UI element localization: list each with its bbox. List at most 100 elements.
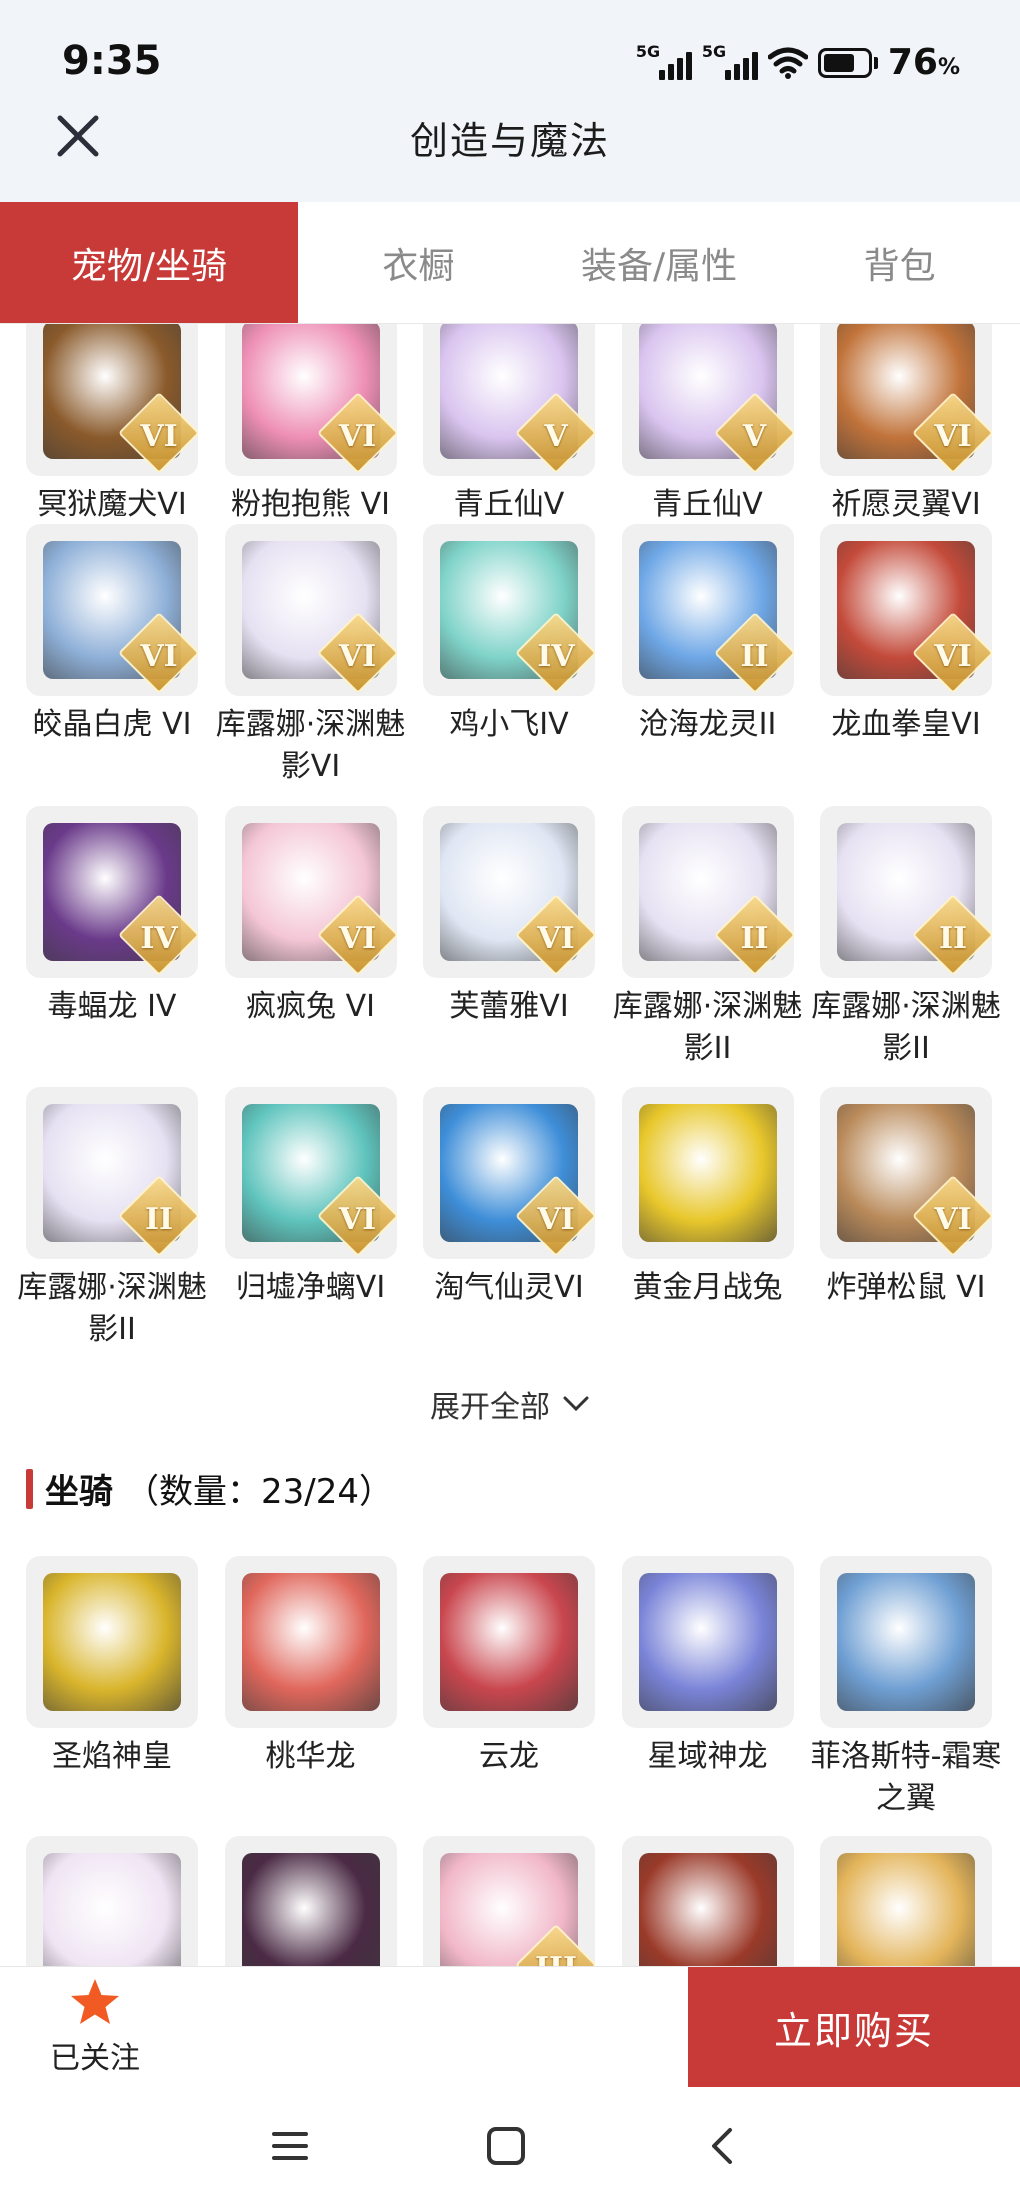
item-card[interactable] [26, 1836, 198, 1966]
item-artwork [638, 1573, 777, 1711]
back-icon[interactable] [694, 2116, 754, 2176]
item-artwork [638, 1104, 777, 1242]
tab-pets-mounts[interactable]: 宠物/坐骑 [0, 202, 298, 323]
item-artwork [837, 1853, 975, 1966]
item-name: 星域神龙 [647, 1739, 768, 1774]
mount-grid-row: 圣焰神皇 桃华龙 云龙 星域神龙 菲洛斯特-霜寒之翼 [26, 1556, 1001, 1820]
item-thumbnail: IV [26, 806, 198, 978]
item-name: 库露娜·深渊魅影VI [215, 707, 406, 784]
grade-badge-text: II [938, 921, 968, 956]
item-card[interactable]: II 库露娜·深渊魅影II [17, 1087, 207, 1351]
item-thumbnail: III [423, 1836, 595, 1966]
pet-grid-row: II 库露娜·深渊魅影II VI 归墟净螭VI VI 淘气仙灵VI 黄金月战兔 VI 炸弹松鼠 … [17, 1087, 1000, 1351]
item-thumbnail: VI [224, 524, 397, 696]
item-card[interactable]: III [423, 1836, 595, 1966]
item-card[interactable]: 菲洛斯特-霜寒之翼 [811, 1556, 1001, 1820]
page-title: 创造与魔法 [409, 119, 610, 163]
item-card[interactable]: VI 炸弹松鼠 VI [820, 1087, 992, 1351]
item-name: 皎晶白虎 VI [32, 707, 192, 742]
item-card[interactable]: VI 芙蕾雅VI [423, 806, 595, 1070]
item-thumbnail: VI [26, 324, 198, 476]
grade-badge-text: IV [140, 921, 178, 956]
buy-now-button[interactable]: 立即购买 [688, 1967, 1020, 2087]
wifi-icon [767, 47, 808, 79]
grade-badge-text: II [144, 1202, 174, 1237]
tab-wardrobe[interactable]: 衣橱 [298, 202, 539, 323]
menu-icon[interactable] [260, 2116, 320, 2176]
mount-section-title: 坐骑 [45, 1472, 113, 1512]
item-card[interactable]: II 库露娜·深渊魅影II [613, 806, 802, 1070]
grade-badge-text: V [742, 419, 767, 454]
item-card[interactable] [621, 1836, 794, 1966]
grade-badge-text: VI [338, 639, 377, 674]
item-thumbnail: VI [820, 524, 992, 696]
item-artwork [440, 1573, 578, 1711]
item-card[interactable]: II 沧海龙灵II [621, 524, 794, 788]
item-card[interactable] [224, 1836, 397, 1966]
item-name: 青丘仙V [652, 487, 763, 522]
item-name: 毒蝠龙 IV [47, 989, 177, 1024]
network-type-label: 5G [635, 41, 661, 61]
grade-badge-text: VI [537, 1202, 575, 1237]
grade-badge-text: VI [537, 921, 575, 956]
item-card[interactable] [820, 1836, 992, 1966]
item-thumbnail: VI [820, 324, 992, 476]
item-name: 冥狱魔犬VI [37, 487, 187, 522]
item-name: 黄金月战兔 [632, 1270, 783, 1305]
grade-badge-text: II [740, 639, 769, 674]
pet-grid-row: VI 冥狱魔犬VI VI 粉抱抱熊 VI V 青丘仙V V 青丘仙V VI 祈愿灵翼VI [26, 324, 1000, 526]
item-card[interactable]: VI 冥狱魔犬VI [26, 324, 198, 526]
follow-label: 已关注 [50, 2041, 140, 2076]
tab-bar: 宠物/坐骑 衣橱 装备/属性 背包 [0, 202, 1020, 324]
item-card[interactable]: V 青丘仙V [621, 324, 794, 526]
item-thumbnail: V [621, 324, 794, 476]
expand-all-label: 展开全部 [430, 1390, 550, 1425]
item-card[interactable]: II 库露娜·深渊魅影II [811, 806, 1001, 1070]
item-name: 库露娜·深渊魅影II [17, 1270, 207, 1347]
section-accent-bar [26, 1468, 33, 1509]
item-thumbnail [224, 1836, 397, 1966]
item-name: 菲洛斯特-霜寒之翼 [810, 1739, 1002, 1816]
grade-badge-text: VI [140, 639, 178, 674]
item-card[interactable]: VI 淘气仙灵VI [423, 1087, 595, 1351]
item-card[interactable]: 桃华龙 [224, 1556, 397, 1820]
item-card[interactable]: IV 毒蝠龙 IV [26, 806, 198, 1070]
status-icons: 5G 5G 76% [635, 41, 960, 84]
expand-all-button[interactable]: 展开全部 [0, 1382, 1020, 1426]
item-card[interactable]: 圣焰神皇 [26, 1556, 198, 1820]
item-thumbnail: VI [26, 524, 198, 696]
item-card[interactable]: VI 库露娜·深渊魅影VI [216, 524, 405, 788]
star-icon [71, 1979, 119, 2024]
tab-equipment-attributes[interactable]: 装备/属性 [539, 202, 780, 323]
item-card[interactable]: VI 祈愿灵翼VI [820, 324, 992, 526]
item-card[interactable]: VI 龙血拳皇VI [820, 524, 992, 788]
scroll-content[interactable]: VI 冥狱魔犬VI VI 粉抱抱熊 VI V 青丘仙V V 青丘仙V VI 祈愿灵翼VI VI 皎晶… [0, 324, 1020, 1966]
grade-badge-text: IV [537, 639, 575, 674]
item-card[interactable]: VI 疯疯兔 VI [224, 806, 397, 1070]
item-card[interactable]: VI 归墟净螭VI [224, 1087, 397, 1351]
item-card[interactable]: VI 粉抱抱熊 VI [224, 324, 397, 526]
home-icon[interactable] [476, 2116, 536, 2176]
mount-section-count: （数量：23/24） [125, 1472, 393, 1512]
app-root: 9:35 5G 5G 76% 创造与魔法 宠物/坐骑 衣橱 装备/属性 背包 V… [0, 0, 1020, 2209]
item-card[interactable]: VI 皎晶白虎 VI [26, 524, 198, 788]
item-thumbnail: VI [224, 324, 397, 476]
item-thumbnail [26, 1836, 198, 1966]
item-name: 祈愿灵翼VI [831, 487, 981, 522]
grade-badge-text: VI [934, 639, 972, 674]
grade-badge-text: VI [338, 1202, 377, 1237]
item-artwork [638, 1853, 777, 1966]
item-card[interactable]: 星域神龙 [621, 1556, 794, 1820]
item-thumbnail: VI [224, 806, 397, 978]
pet-grid-row: VI 皎晶白虎 VI VI 库露娜·深渊魅影VI IV 鸡小飞IV II 沧海龙灵II VI 龙血… [26, 524, 1000, 788]
follow-button[interactable]: 已关注 [40, 1977, 150, 2077]
item-thumbnail [224, 1556, 397, 1728]
item-card[interactable]: V 青丘仙V [423, 324, 595, 526]
item-card[interactable]: 云龙 [423, 1556, 595, 1820]
item-card[interactable]: 黄金月战兔 [621, 1087, 794, 1351]
item-thumbnail [820, 1556, 992, 1728]
item-thumbnail: VI [224, 1087, 397, 1259]
item-card[interactable]: IV 鸡小飞IV [423, 524, 595, 788]
tab-backpack[interactable]: 背包 [779, 202, 1020, 323]
item-thumbnail [621, 1556, 794, 1728]
